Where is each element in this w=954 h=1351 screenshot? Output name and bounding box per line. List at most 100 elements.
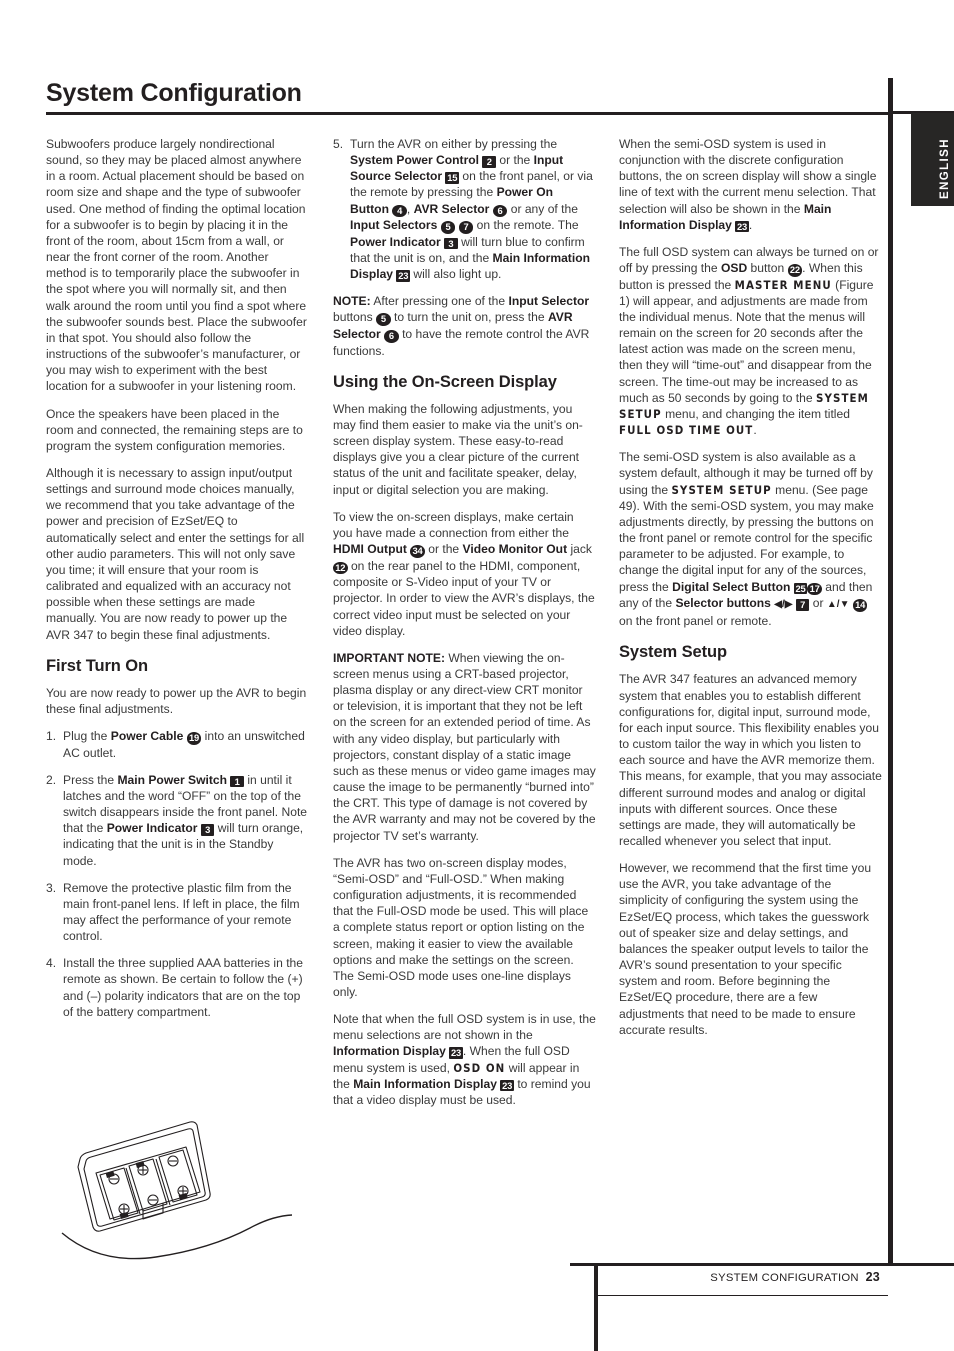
ref-badge-19: 19	[186, 732, 202, 745]
lcd-text-master-menu: MASTER MENU	[734, 277, 832, 292]
step-text: or any of the	[507, 201, 578, 216]
page-title: System Configuration	[46, 79, 302, 107]
ref-badge-34: 34	[410, 545, 425, 558]
up-down-arrow-icon: ▲/▼	[826, 599, 850, 611]
ref-badge-15: 15	[445, 172, 460, 184]
bold-digital-select-button: Digital Select Button	[672, 579, 791, 594]
language-tab-label: ENGLISH	[939, 138, 951, 199]
ref-badge-5: 5	[376, 313, 391, 327]
ref-badge-17: 17	[807, 582, 822, 596]
text: button	[747, 261, 788, 276]
right-margin-rule	[888, 78, 893, 1266]
step-bold-power-cable: Power Cable	[110, 729, 184, 743]
important-note-text: When viewing the on-screen menus using a…	[333, 650, 596, 843]
remote-battery-compartment-illustration	[60, 1115, 310, 1265]
bold-power-indicator: Power Indicator	[350, 234, 441, 249]
step-number: 5.	[333, 137, 344, 151]
bold-selector-buttons: Selector buttons	[675, 596, 771, 611]
paragraph-osd-modes: The AVR has two on-screen display modes,…	[333, 855, 589, 999]
bold-avr-selector: AVR Selector	[413, 201, 490, 216]
ref-badge-6: 6	[492, 204, 508, 218]
paragraph-ezset-recommendation: Although it is necessary to assign input…	[46, 465, 305, 642]
paragraph-speakers-placed: Once the speakers have been placed in th…	[46, 406, 303, 453]
ref-badge-23: 23	[735, 220, 749, 233]
paragraph-ezset-first-time: However, we recommend that the first tim…	[619, 861, 872, 1037]
note-paragraph: NOTE: After pressing one of the Input Se…	[333, 293, 596, 359]
footer-page-number: 23	[865, 1270, 880, 1284]
column-one: Subwoofers produce largely nondirectiona…	[46, 136, 309, 1031]
note-text: After pressing one of the	[370, 294, 509, 309]
step-text: or the	[496, 153, 534, 168]
step-text-pre: Plug the	[63, 729, 111, 743]
ref-badge-25: 25	[793, 582, 808, 595]
step-text: Install the three supplied AAA batteries…	[63, 956, 304, 1019]
list-item: 4. Install the three supplied AAA batter…	[46, 955, 309, 1020]
text: jack	[567, 542, 592, 557]
bold-information-display: Information Display	[333, 1044, 446, 1059]
ref-badge-3: 3	[200, 824, 215, 836]
turn-on-steps-continued: 5. Turn the AVR on either by pressing th…	[333, 136, 596, 282]
paragraph-semi-osd: When the semi-OSD system is used in conj…	[619, 136, 882, 233]
important-note-label: IMPORTANT NOTE:	[333, 650, 445, 665]
page-title-rule	[46, 112, 888, 115]
ref-badge-12: 12	[333, 561, 348, 575]
bold-input-selectors: Input Selectors	[350, 218, 438, 233]
note-label: NOTE:	[333, 294, 371, 309]
text: menu. (See page 49). With the semi-OSD s…	[619, 482, 874, 594]
paragraph-memory-system: The AVR 347 features an advanced memory …	[619, 672, 882, 848]
list-item: 1. Plug the Power Cable 19 into an unswi…	[46, 728, 309, 761]
note-text: buttons	[333, 310, 377, 325]
text: .	[748, 217, 753, 232]
text: (Figure 1) will appear, and adjustments …	[619, 277, 874, 405]
footer-bottom-rule	[598, 1295, 888, 1296]
paragraph-important-note: IMPORTANT NOTE: When viewing the on-scre…	[333, 650, 596, 844]
paragraph-ready-to-power-up: You are now ready to power up the AVR to…	[46, 685, 307, 716]
paragraph-semi-osd-default: The semi-OSD system is also available as…	[619, 449, 882, 629]
language-tab: ENGLISH	[911, 113, 954, 206]
text: or the	[424, 542, 463, 557]
paragraph-osd-on-indicator: Note that when the full OSD system is in…	[333, 1011, 596, 1108]
step-text-pre: Press the	[63, 772, 118, 787]
heading-first-turn-on: First Turn On	[46, 656, 148, 675]
text: .	[753, 423, 757, 438]
column-two: 5. Turn the AVR on either by pressing th…	[333, 136, 596, 1119]
manual-page: ENGLISH System Configuration Subwoofers …	[0, 0, 954, 1351]
text: on the front panel or remote.	[619, 614, 772, 629]
left-right-arrow-icon: ◀/▶	[774, 599, 793, 611]
paragraph-osd-connection: To view the on-screen displays, make cer…	[333, 509, 596, 639]
ref-badge-23: 23	[396, 270, 410, 282]
lcd-text-osd-on: OSD ON	[453, 1060, 506, 1075]
ref-badge-14: 14	[852, 599, 868, 612]
footer: SYSTEM CONFIGURATION 23	[598, 1270, 880, 1284]
ref-badge-23: 23	[449, 1047, 463, 1060]
text: on the rear panel to the HDMI, component…	[333, 558, 595, 638]
step-text: will also light up.	[410, 267, 502, 282]
step-bold-main-power-switch: Main Power Switch	[117, 772, 227, 787]
paragraph-osd-intro: When making the following adjustments, y…	[333, 401, 583, 497]
step-number: 3.	[46, 880, 57, 895]
paragraph-subwoofer-placement: Subwoofers produce largely nondirectiona…	[46, 137, 307, 394]
ref-badge-22: 22	[787, 264, 803, 277]
bold-hdmi-output: HDMI Output	[333, 542, 407, 557]
bold-input-selector: Input Selector	[508, 294, 590, 309]
battery-compartment-icon	[61, 1121, 293, 1260]
text: When the semi-OSD system is used in conj…	[619, 137, 877, 216]
footer-top-rule	[570, 1263, 954, 1266]
heading-system-setup: System Setup	[619, 643, 727, 662]
step-text: Remove the protective plastic film from …	[63, 880, 300, 944]
paragraph-full-osd-toggle: The full OSD system can always be turned…	[619, 244, 882, 438]
step-number: 4.	[46, 956, 57, 971]
step-text: ,	[406, 201, 414, 216]
text: Note that when the full OSD system is in…	[333, 1012, 596, 1043]
bold-main-information-display: Main Information Display	[353, 1076, 497, 1091]
note-text: to turn the unit on, press the	[390, 310, 548, 325]
heading-using-osd: Using the On-Screen Display	[333, 372, 557, 391]
list-item: 5. Turn the AVR on either by pressing th…	[333, 136, 596, 282]
ref-badge-4: 4	[392, 204, 407, 218]
first-turn-on-steps: 1. Plug the Power Cable 19 into an unswi…	[46, 728, 309, 1020]
ref-badge-5: 5	[440, 221, 456, 234]
step-text: Turn the AVR on either by pressing the	[350, 137, 558, 151]
ref-badge-3: 3	[444, 237, 458, 250]
lcd-text-system-setup: SYSTEM SETUP	[671, 482, 772, 497]
text: or	[809, 596, 827, 611]
